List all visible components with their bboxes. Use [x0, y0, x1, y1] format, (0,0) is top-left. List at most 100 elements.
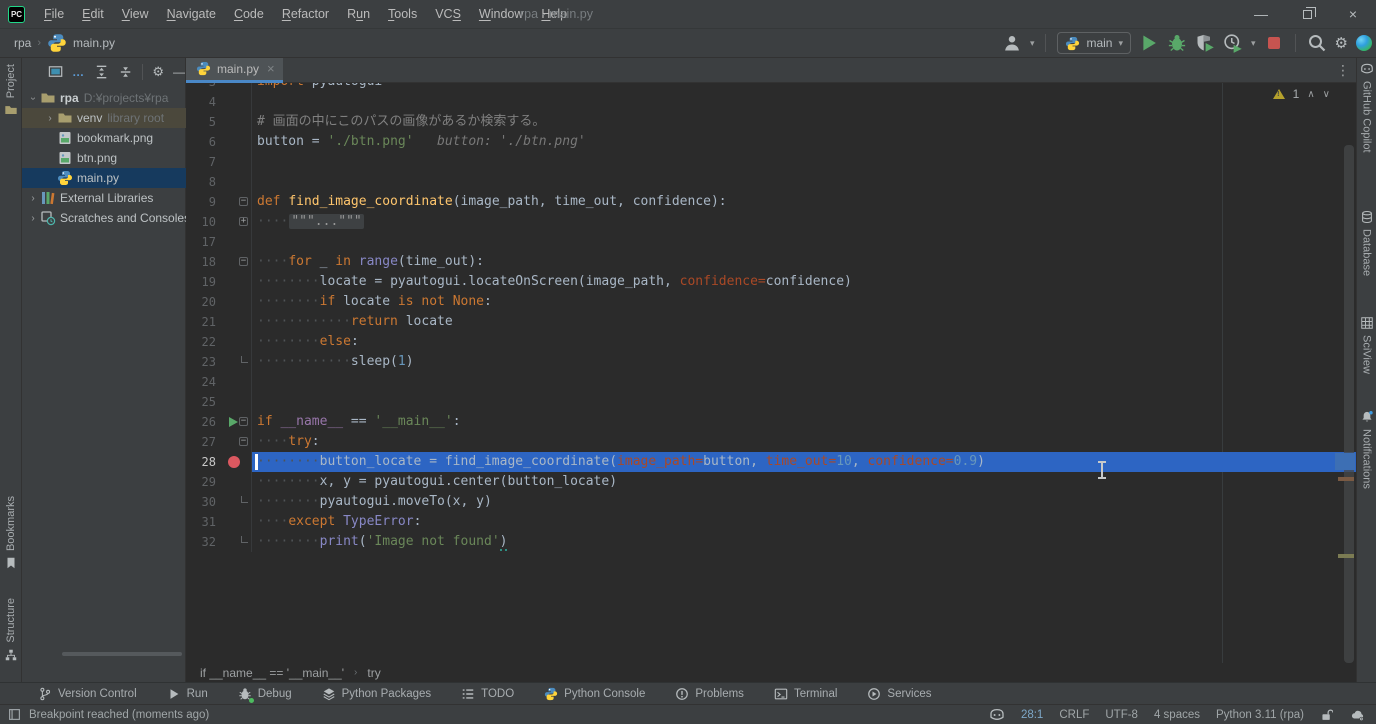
gutter[interactable]: [226, 532, 252, 552]
tool-stripe-project[interactable]: Project: [0, 64, 21, 117]
scrollbar-thumb[interactable]: [1344, 145, 1354, 663]
gutter[interactable]: [226, 512, 252, 532]
gutter[interactable]: [226, 152, 252, 172]
code-with-me-icon[interactable]: [1002, 33, 1022, 53]
more-options-icon[interactable]: …: [72, 65, 85, 79]
tool-stripe-structure[interactable]: Structure: [0, 598, 21, 662]
menu-view[interactable]: View: [113, 0, 158, 28]
gutter[interactable]: [226, 112, 252, 132]
fold-minus-icon[interactable]: −: [239, 257, 248, 266]
tool-window-button-problems[interactable]: Problems: [675, 687, 744, 701]
tool-window-button-python-packages[interactable]: Python Packages: [322, 687, 432, 701]
fold-end-icon[interactable]: [241, 536, 248, 543]
gutter[interactable]: [226, 83, 252, 92]
tool-stripe-notifications[interactable]: Notifications: [1357, 410, 1376, 489]
gutter[interactable]: [226, 132, 252, 152]
tool-stripe-bookmarks[interactable]: Bookmarks: [0, 496, 21, 570]
editor-breadcrumb-0[interactable]: if __name__ == '__main__': [200, 666, 344, 680]
tree-item-btn-png[interactable]: btn.png: [22, 148, 186, 168]
menu-edit[interactable]: Edit: [73, 0, 113, 28]
menu-run[interactable]: Run: [338, 0, 379, 28]
gutter[interactable]: [226, 92, 252, 112]
gutter[interactable]: [226, 232, 252, 252]
menu-file[interactable]: File: [35, 0, 73, 28]
tree-item-rpa[interactable]: ›rpaD:¥projects¥rpa: [22, 88, 186, 108]
editor-scrollbar[interactable]: [1344, 83, 1354, 663]
breakpoint-icon[interactable]: [228, 456, 240, 468]
tool-window-button-version-control[interactable]: Version Control: [38, 687, 137, 701]
copilot-status-icon[interactable]: [989, 707, 1005, 723]
inspection-widget[interactable]: ! 1 ∧ ∨: [1273, 87, 1330, 101]
tool-window-button-debug[interactable]: Debug: [238, 687, 292, 701]
gutter[interactable]: −: [226, 412, 252, 432]
gutter[interactable]: [226, 392, 252, 412]
tree-arrow-icon[interactable]: ›: [28, 93, 39, 103]
select-opened-file-icon[interactable]: [48, 64, 63, 80]
code-editor[interactable]: 3import pyautogui45# 画面の中にこのパスの画像があるか検索す…: [186, 83, 1356, 663]
gutter[interactable]: −: [226, 432, 252, 452]
menu-navigate[interactable]: Navigate: [158, 0, 225, 28]
fold-end-icon[interactable]: [241, 356, 248, 363]
learn-plugin-icon[interactable]: [1356, 35, 1372, 51]
search-everywhere-icon[interactable]: [1307, 33, 1327, 53]
menu-code[interactable]: Code: [225, 0, 273, 28]
gutter[interactable]: [226, 472, 252, 492]
run-button[interactable]: [1139, 33, 1159, 53]
menu-vcs[interactable]: VCS: [426, 0, 470, 28]
gutter[interactable]: [226, 312, 252, 332]
run-with-coverage-button[interactable]: [1195, 33, 1215, 53]
settings-gear-icon[interactable]: ⚙: [1335, 34, 1348, 52]
tree-item-external-libraries[interactable]: ›External Libraries: [22, 188, 186, 208]
close-tab-icon[interactable]: ×: [267, 61, 275, 76]
collapse-all-icon[interactable]: [118, 64, 133, 80]
menu-refactor[interactable]: Refactor: [273, 0, 338, 28]
options-gear-icon[interactable]: ⚙: [152, 64, 164, 80]
tool-window-button-python-console[interactable]: Python Console: [544, 687, 645, 701]
hide-tool-window-icon[interactable]: —: [173, 65, 185, 79]
unlock-icon[interactable]: [1320, 708, 1333, 722]
gutter[interactable]: −: [226, 252, 252, 272]
tab-options-kebab-icon[interactable]: ⋮: [1336, 62, 1350, 79]
fold-minus-icon[interactable]: −: [239, 437, 248, 446]
cloud-settings-icon[interactable]: [1349, 708, 1366, 722]
restore-button[interactable]: [1284, 0, 1330, 28]
gutter[interactable]: [226, 352, 252, 372]
tree-arrow-icon[interactable]: ›: [45, 113, 55, 124]
file-encoding[interactable]: UTF-8: [1105, 709, 1138, 721]
tool-window-button-terminal[interactable]: Terminal: [774, 687, 837, 701]
tree-item-scratches-and-consoles[interactable]: ›Scratches and Consoles: [22, 208, 186, 228]
next-problem-icon[interactable]: ∨: [1323, 89, 1330, 100]
gutter[interactable]: [226, 292, 252, 312]
close-button[interactable]: ×: [1330, 0, 1376, 28]
debug-button[interactable]: [1167, 33, 1187, 53]
editor-breadcrumb-1[interactable]: try: [367, 666, 380, 680]
gutter[interactable]: +: [226, 212, 252, 232]
gutter[interactable]: [226, 272, 252, 292]
tree-arrow-icon[interactable]: ›: [28, 213, 38, 224]
event-log-icon[interactable]: [8, 708, 21, 721]
profiler-button[interactable]: [1223, 33, 1243, 53]
tool-stripe-sciview[interactable]: SciView: [1357, 316, 1376, 374]
line-separator[interactable]: CRLF: [1059, 709, 1089, 721]
gutter[interactable]: [226, 452, 252, 472]
stop-button[interactable]: [1264, 33, 1284, 53]
fold-plus-icon[interactable]: +: [239, 217, 248, 226]
minimize-button[interactable]: —: [1238, 0, 1284, 28]
fold-minus-icon[interactable]: −: [239, 197, 248, 206]
prev-problem-icon[interactable]: ∧: [1307, 89, 1314, 100]
tree-item-venv[interactable]: ›venvlibrary root: [22, 108, 186, 128]
gutter[interactable]: [226, 172, 252, 192]
indent-setting[interactable]: 4 spaces: [1154, 709, 1200, 721]
breadcrumb-file[interactable]: main.py: [73, 36, 115, 50]
horizontal-scrollbar[interactable]: [62, 652, 182, 656]
caret-position[interactable]: 28:1: [1021, 709, 1043, 721]
run-line-icon[interactable]: [229, 417, 238, 427]
tool-window-button-run[interactable]: Run: [167, 687, 208, 701]
fold-end-icon[interactable]: [241, 496, 248, 503]
gutter[interactable]: −: [226, 192, 252, 212]
gutter[interactable]: [226, 332, 252, 352]
tree-item-bookmark-png[interactable]: bookmark.png: [22, 128, 186, 148]
tool-window-button-todo[interactable]: TODO: [461, 687, 514, 701]
fold-minus-icon[interactable]: −: [239, 417, 248, 426]
tree-item-main-py[interactable]: main.py: [22, 168, 186, 188]
